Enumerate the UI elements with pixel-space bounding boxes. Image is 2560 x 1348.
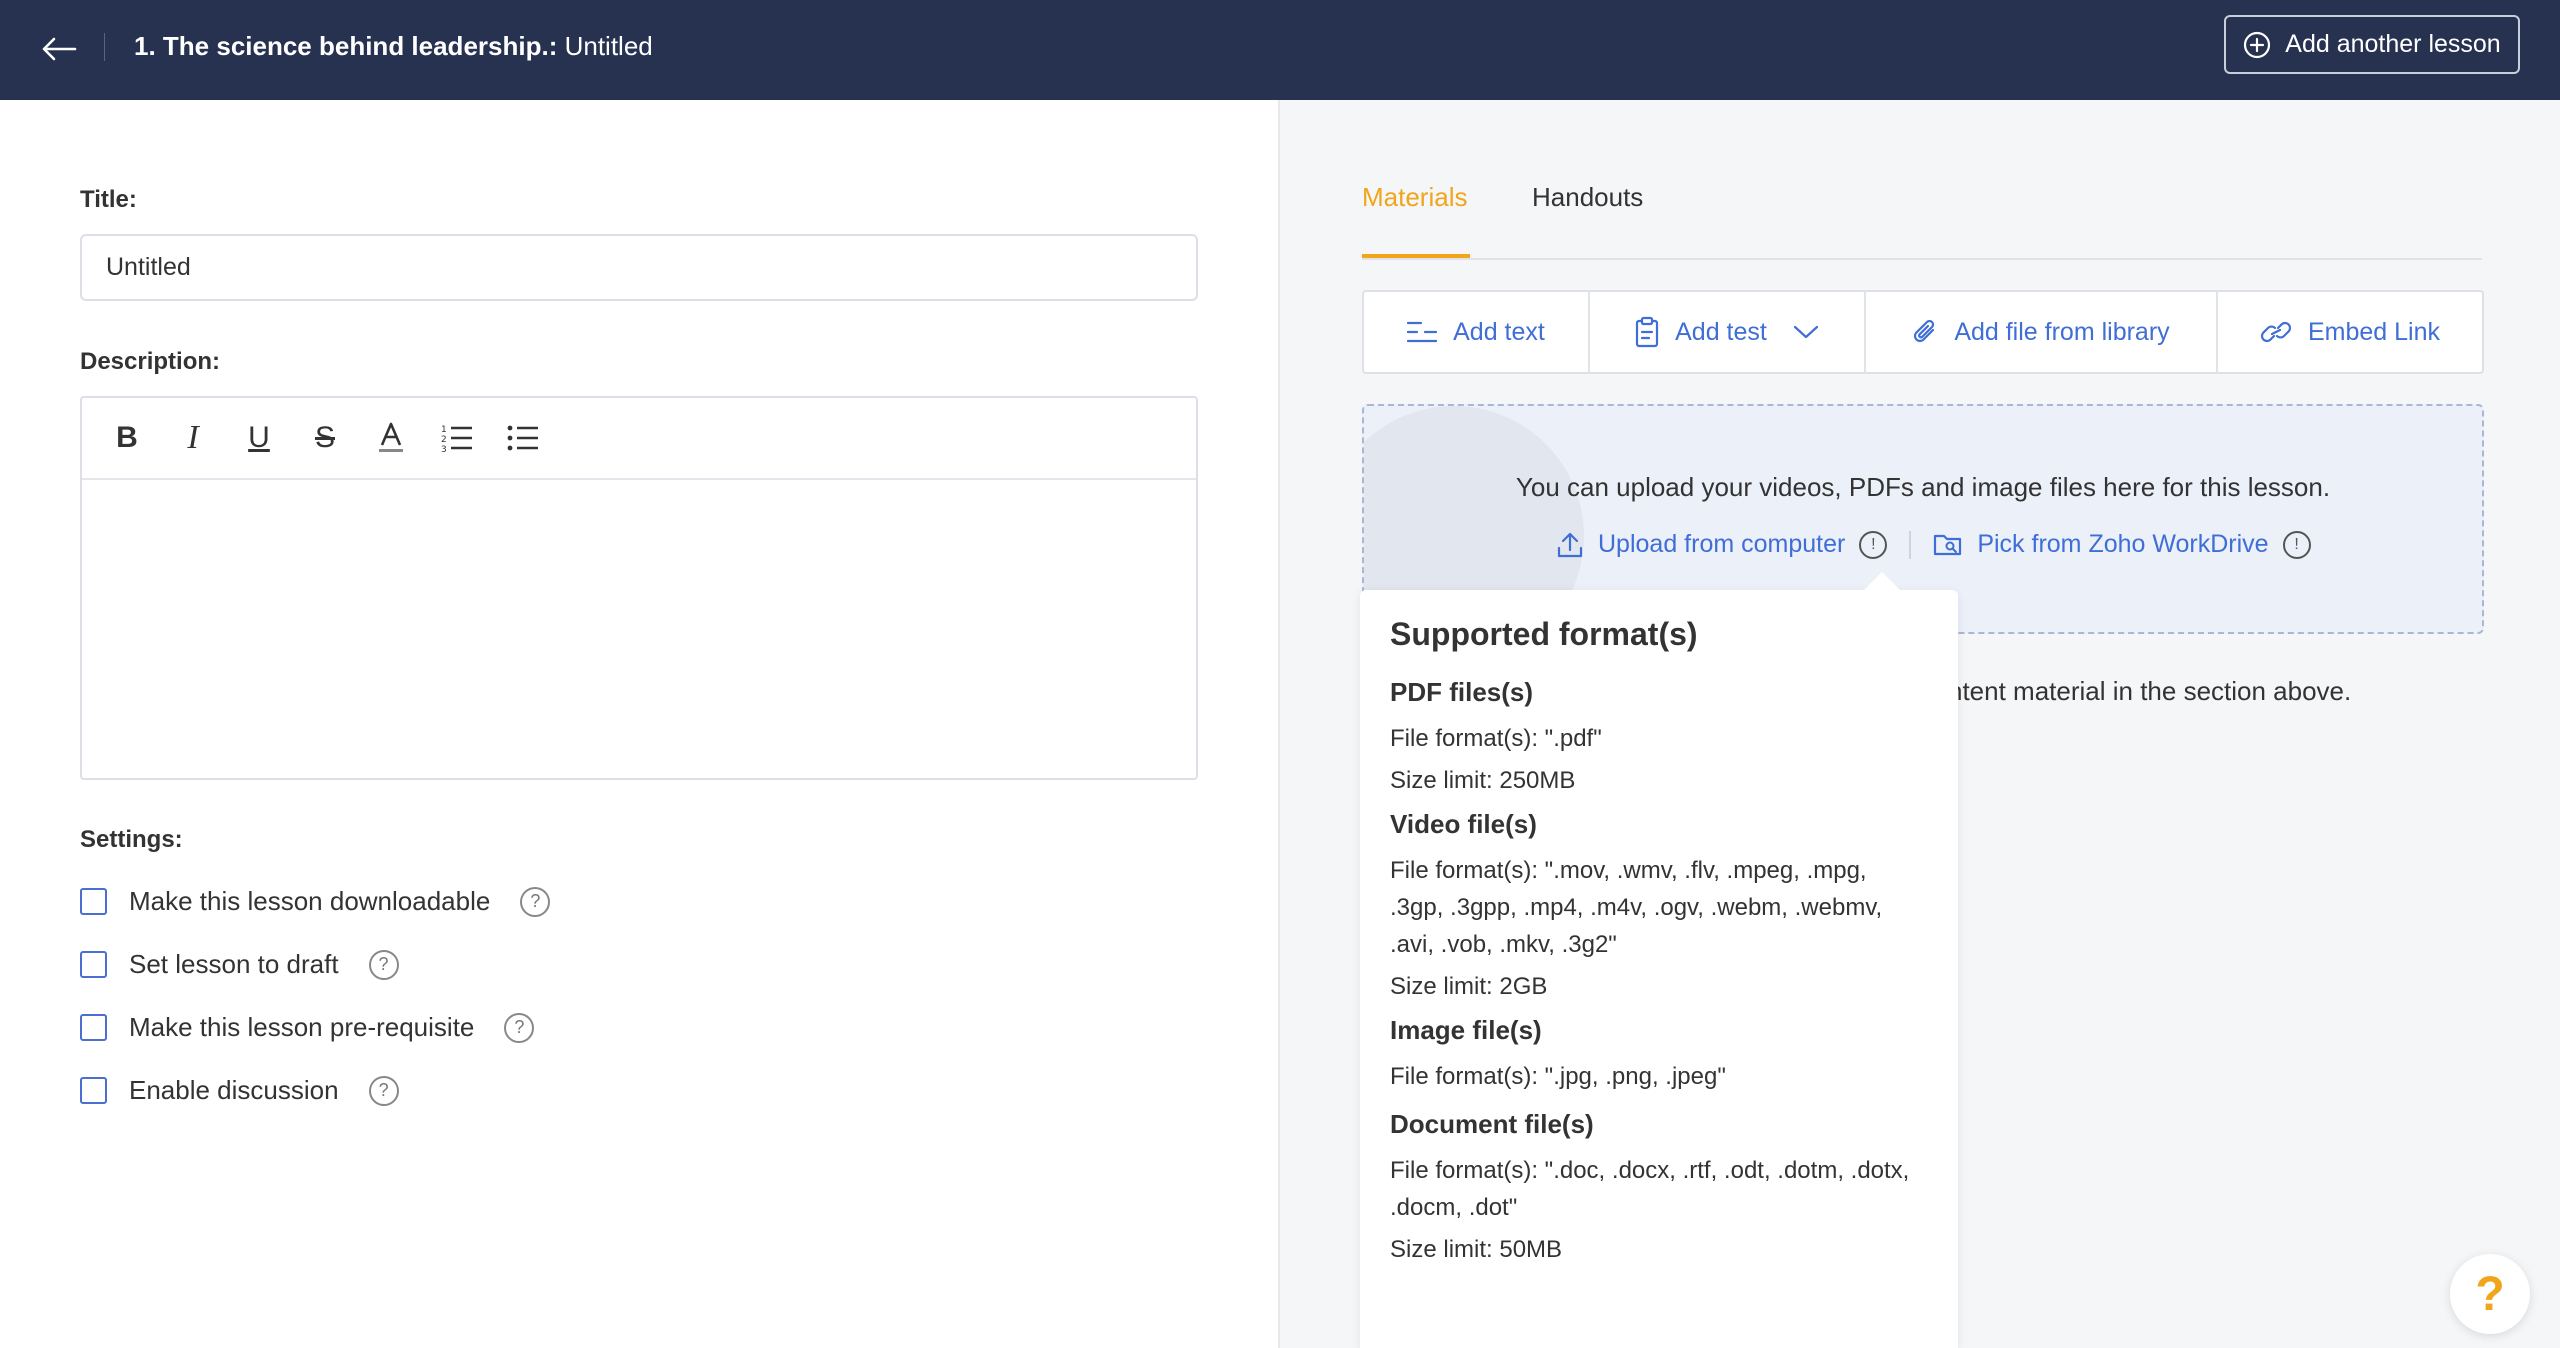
upload-instructions: You can upload your videos, PDFs and ima… (1515, 472, 2331, 502)
size-limit: Size limit: 50MB (1390, 1236, 1563, 1263)
page-title: 1. The science behind leadership.: Untit… (134, 28, 653, 64)
course-title: 1. The science behind leadership.: (134, 31, 558, 61)
format-line: .avi, .vob, .mkv, .3g2" (1390, 931, 1617, 958)
paperclip-icon (1914, 319, 1935, 343)
prerequisite-label: Make this lesson pre-requisite (129, 1012, 475, 1042)
font-color-button[interactable] (368, 415, 414, 461)
add-file-label: Add file from library (1954, 317, 2170, 346)
chevron-down-icon (1793, 325, 1818, 339)
format-heading: PDF files(s) (1390, 677, 1534, 707)
text-lines-icon (1407, 321, 1438, 343)
top-header: 1. The science behind leadership.: Untit… (0, 0, 2560, 100)
format-heading: Document file(s) (1390, 1109, 1594, 1139)
tooltip-arrow (1862, 572, 1902, 592)
setting-prerequisite: Make this lesson pre-requisite ? (80, 1012, 535, 1043)
setting-draft: Set lesson to draft ? (80, 949, 399, 980)
svg-text:1: 1 (441, 425, 447, 435)
help-icon[interactable]: ? (520, 886, 551, 917)
strikethrough-button[interactable]: S (302, 415, 348, 461)
size-limit: Size limit: 2GB (1390, 973, 1548, 1000)
lesson-title: Untitled (557, 31, 653, 61)
materials-tabs: Materials Handouts (1362, 160, 2482, 260)
setting-downloadable: Make this lesson downloadable ? (80, 886, 551, 917)
plus-circle-icon (2244, 31, 2271, 58)
help-icon[interactable]: ? (368, 1075, 399, 1106)
settings-label: Settings: (80, 826, 183, 853)
downloadable-checkbox[interactable] (80, 888, 107, 915)
description-text-area[interactable] (82, 480, 1196, 776)
discussion-checkbox[interactable] (80, 1077, 107, 1104)
font-color-icon (379, 422, 403, 452)
format-line: File format(s): ".doc, .docx, .rtf, .odt… (1390, 1157, 1910, 1184)
bullet-list-icon (507, 425, 538, 451)
embed-link-label: Embed Link (2307, 317, 2441, 346)
draft-label: Set lesson to draft (129, 949, 339, 979)
help-icon[interactable]: ? (504, 1012, 535, 1043)
add-another-lesson-label: Add another lesson (2285, 30, 2501, 58)
pick-from-workdrive-button[interactable]: Pick from Zoho WorkDrive (1933, 530, 2269, 559)
discussion-label: Enable discussion (129, 1075, 339, 1105)
add-test-label: Add test (1675, 317, 1767, 346)
back-button[interactable] (36, 26, 82, 72)
empty-materials-message: ntent material in the section above. (1948, 676, 2352, 706)
svg-text:2: 2 (441, 435, 447, 445)
title-label: Title: (80, 186, 137, 213)
underline-button[interactable]: U (236, 415, 282, 461)
ordered-list-icon: 1 2 3 (441, 425, 472, 453)
downloadable-label: Make this lesson downloadable (129, 886, 491, 916)
tab-materials[interactable]: Materials (1362, 182, 1467, 213)
lesson-form-panel: Title: Description: B I U S 1 2 3 (0, 100, 1278, 1348)
add-another-lesson-button[interactable]: Add another lesson (2224, 15, 2520, 74)
help-button[interactable]: ? (2450, 1254, 2530, 1334)
clipboard-icon (1636, 316, 1659, 348)
format-section-document: Document file(s) File format(s): ".doc, … (1390, 1109, 1928, 1264)
active-tab-indicator (1362, 254, 1470, 258)
prerequisite-checkbox[interactable] (80, 1014, 107, 1041)
material-actions: Add text Add test Add file from library … (1362, 290, 2484, 374)
upload-actions: Upload from computer ! Pick from Zoho Wo… (1556, 530, 2311, 559)
editor-toolbar: B I U S 1 2 3 (82, 398, 1196, 480)
tab-handouts[interactable]: Handouts (1532, 182, 1643, 213)
upload-from-computer-button[interactable]: Upload from computer (1556, 530, 1845, 559)
format-line: .docm, .dot" (1390, 1194, 1518, 1221)
add-test-dropdown[interactable]: Add test (1590, 292, 1866, 372)
help-icon[interactable]: ? (368, 949, 399, 980)
setting-discussion: Enable discussion ? (80, 1075, 399, 1106)
bullet-list-button[interactable] (500, 415, 546, 461)
format-line: File format(s): ".mov, .wmv, .flv, .mpeg… (1390, 857, 1867, 884)
description-editor: B I U S 1 2 3 (80, 396, 1198, 780)
embed-link-button[interactable]: Embed Link (2218, 292, 2482, 372)
format-line: .3gp, .3gpp, .mp4, .m4v, .ogv, .webm, .w… (1390, 894, 1883, 921)
folder-search-icon (1934, 534, 1962, 555)
info-icon[interactable]: ! (2282, 530, 2311, 559)
info-icon[interactable]: ! (1859, 530, 1888, 559)
format-heading: Image file(s) (1390, 1015, 1542, 1045)
draft-checkbox[interactable] (80, 951, 107, 978)
format-section-video: Video file(s) File format(s): ".mov, .wm… (1390, 809, 1928, 1001)
add-text-label: Add text (1453, 317, 1545, 346)
upload-icon (1557, 532, 1583, 557)
upload-from-computer-label: Upload from computer (1598, 530, 1846, 558)
tooltip-title: Supported format(s) (1390, 616, 1698, 652)
title-input[interactable] (80, 234, 1198, 301)
description-label: Description: (80, 348, 221, 375)
pick-from-workdrive-label: Pick from Zoho WorkDrive (1977, 530, 2269, 558)
format-line: File format(s): ".pdf" (1390, 725, 1602, 752)
format-heading: Video file(s) (1390, 809, 1537, 839)
bold-button[interactable]: B (104, 415, 150, 461)
add-file-from-library-button[interactable]: Add file from library (1866, 292, 2218, 372)
upload-divider (1909, 530, 1912, 559)
add-text-button[interactable]: Add text (1364, 292, 1590, 372)
size-limit: Size limit: 250MB (1390, 767, 1576, 794)
arrow-left-icon (42, 37, 77, 61)
ordered-list-button[interactable]: 1 2 3 (434, 415, 480, 461)
svg-text:3: 3 (441, 445, 447, 453)
format-section-image: Image file(s) File format(s): ".jpg, .pn… (1390, 1015, 1928, 1095)
italic-button[interactable]: I (170, 415, 216, 461)
format-line: File format(s): ".jpg, .png, .jpeg" (1390, 1063, 1726, 1090)
format-section-pdf: PDF files(s) File format(s): ".pdf" Size… (1390, 677, 1928, 795)
header-divider (104, 33, 105, 61)
link-icon (2260, 321, 2292, 343)
supported-formats-tooltip: Supported format(s) PDF files(s) File fo… (1360, 572, 1958, 1348)
